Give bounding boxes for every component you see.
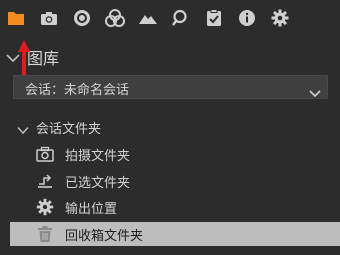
info-icon[interactable]: [237, 8, 257, 28]
camera-icon[interactable]: [39, 8, 59, 28]
list-item-label: 输出位置: [65, 202, 118, 217]
camera-icon: [36, 145, 54, 163]
list-item-trash-folder[interactable]: 回收箱文件夹: [10, 222, 340, 246]
landscape-icon[interactable]: [138, 8, 158, 28]
lens-icon[interactable]: [72, 8, 92, 28]
group-label: 会话文件夹: [36, 122, 102, 137]
list-item-label: 已选文件夹: [65, 176, 131, 191]
library-panel-header[interactable]: 图库: [0, 42, 340, 72]
tool-tabs-bar: [0, 0, 340, 36]
session-folders-group[interactable]: 会话文件夹: [0, 116, 340, 138]
list-item-label: 拍摄文件夹: [65, 149, 131, 164]
selects-icon: [36, 172, 54, 190]
session-select[interactable]: 会话：未命名会话: [13, 75, 328, 99]
gear-icon: [36, 198, 54, 216]
folder-icon[interactable]: [6, 8, 26, 28]
list-item-selects-folder[interactable]: 已选文件夹: [10, 169, 340, 193]
clipboard-icon[interactable]: [204, 8, 224, 28]
chevron-down-icon: [309, 83, 321, 102]
search-icon[interactable]: [171, 8, 191, 28]
trash-icon: [36, 225, 54, 243]
session-select-value: 会话：未命名会话: [25, 83, 130, 98]
panel-title: 图库: [27, 49, 60, 68]
list-item-output-location[interactable]: 输出位置: [10, 195, 340, 219]
list-item-capture-folder[interactable]: 拍摄文件夹: [10, 142, 340, 166]
list-item-label: 回收箱文件夹: [65, 229, 144, 244]
gear-icon[interactable]: [270, 8, 290, 28]
color-circles-icon[interactable]: [105, 8, 125, 28]
chevron-down-icon[interactable]: [17, 120, 29, 139]
